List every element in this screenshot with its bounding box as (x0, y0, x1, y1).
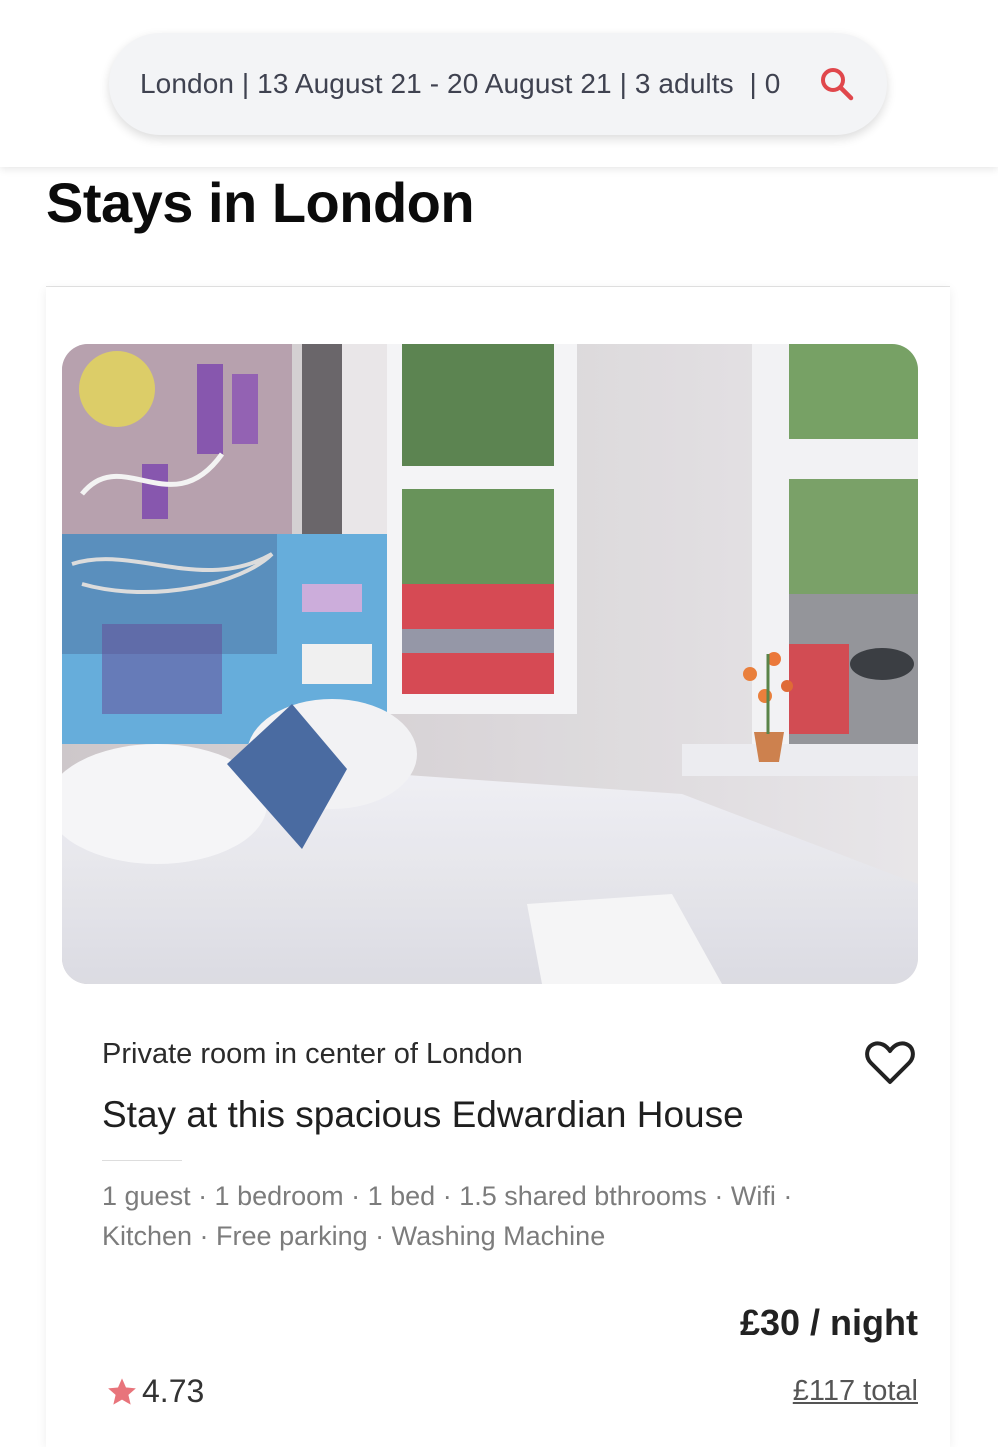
price-per-night: £30 / night (739, 1302, 918, 1343)
search-summary: London | 13 August 21 - 20 August 21 | 3… (140, 68, 781, 99)
listing-photo[interactable] (62, 344, 918, 984)
rating: 4.73 (106, 1373, 204, 1410)
total-price-link[interactable]: £117 total (793, 1375, 918, 1408)
listing-title[interactable]: Stay at this spacious Edwardian House (102, 1094, 744, 1136)
amenities-list: 1 guest · 1 bedroom · 1 bed · 1.5 shared… (102, 1181, 793, 1251)
listing-subtitle: Private room in center of London (102, 1038, 523, 1070)
heart-icon[interactable] (864, 1040, 916, 1086)
page-title: Stays in London (46, 171, 475, 234)
rating-value: 4.73 (142, 1373, 205, 1409)
search-bar[interactable]: London | 13 August 21 - 20 August 21 | 3… (109, 33, 887, 135)
star-icon (108, 1377, 136, 1405)
search-icon[interactable] (819, 66, 855, 102)
header: London | 13 August 21 - 20 August 21 | 3… (0, 0, 998, 167)
divider (102, 1160, 182, 1161)
